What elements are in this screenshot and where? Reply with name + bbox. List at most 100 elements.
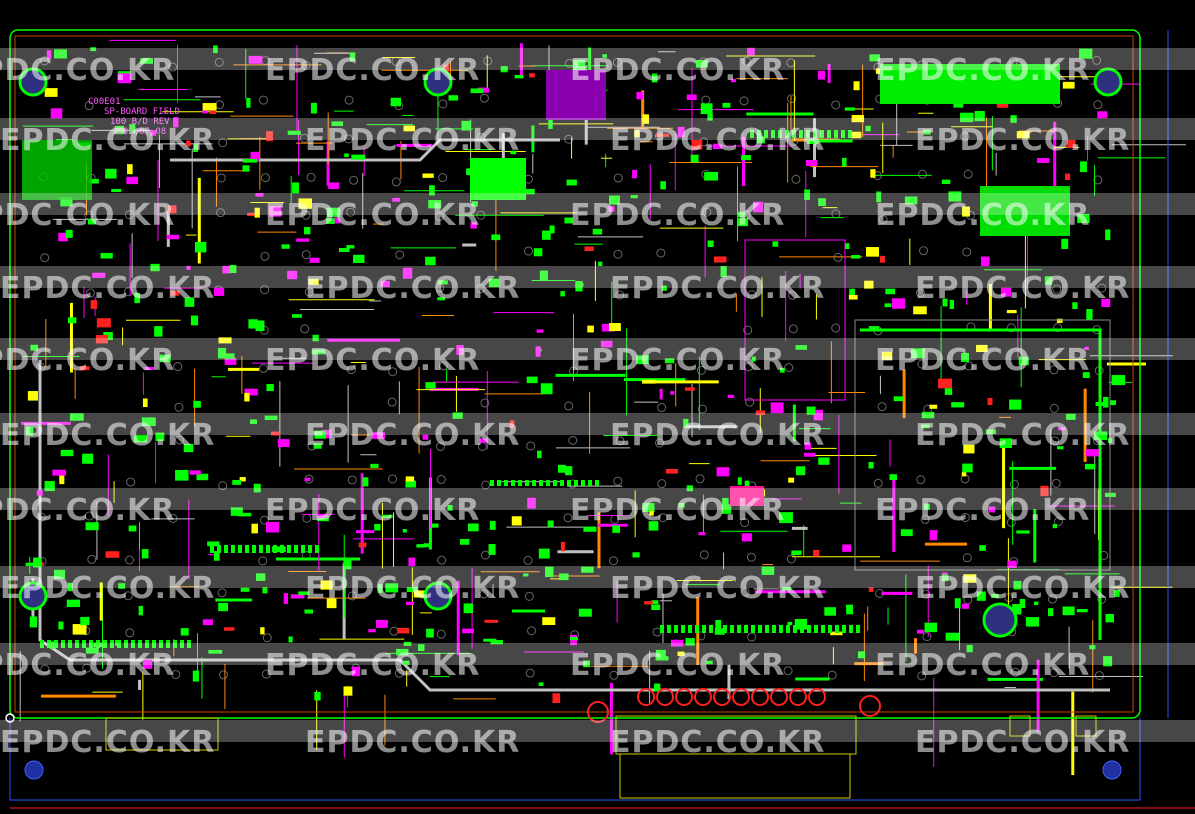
pad-row-pad (518, 480, 522, 486)
smd-pad (105, 551, 120, 558)
smd-pad (166, 234, 180, 240)
pad-row-pad (856, 625, 860, 633)
smd-pad (853, 81, 860, 91)
smd-pad (1036, 158, 1050, 163)
smd-pad (50, 108, 63, 119)
smd-pad (426, 628, 434, 638)
pad-row-pad (539, 480, 543, 486)
smd-pad (818, 70, 825, 80)
watermark-text: EPDC.CO.KR (265, 343, 480, 378)
pad-row-pad (842, 625, 846, 633)
smd-pad (224, 627, 235, 631)
smd-pad (913, 306, 927, 315)
smd-pad (251, 523, 258, 534)
smd-pad (277, 439, 290, 448)
watermark-text: EPDC.CO.KR (875, 343, 1090, 378)
watermark-text: EPDC.CO.KR (0, 198, 175, 233)
smd-pad (29, 616, 38, 628)
pad-row-pad (723, 625, 727, 633)
smd-pad (1084, 463, 1096, 470)
smd-pad (408, 557, 416, 567)
smd-pad (1062, 606, 1075, 616)
pad-row-pad (497, 480, 501, 486)
smd-pad (788, 477, 795, 483)
smd-pad (609, 323, 621, 332)
smd-pad (80, 616, 90, 626)
pad-row-pad (744, 625, 748, 633)
smd-pad (538, 682, 544, 686)
smd-pad (846, 604, 854, 615)
pad-row-pad (786, 625, 790, 633)
smd-pad (266, 384, 274, 392)
smd-pad (804, 452, 816, 457)
pcb-layout-canvas: C00E01 SP-BOARD FIELD 100 B/D REV 2005.0… (0, 0, 1195, 814)
smd-pad (68, 317, 77, 324)
smd-pad (1076, 609, 1088, 613)
pad-row-pad (588, 480, 592, 486)
smd-pad (328, 182, 340, 189)
pad-row-pad (231, 545, 235, 553)
smd-pad (304, 477, 311, 482)
watermark-text: EPDC.CO.KR (610, 123, 825, 158)
pad-row-pad (574, 480, 578, 486)
smd-pad (390, 97, 402, 107)
watermark-text: EPDC.CO.KR (875, 493, 1090, 528)
pad-row-pad (252, 545, 256, 553)
smd-pad (58, 621, 64, 630)
pad-row-pad (660, 625, 664, 633)
smd-pad (885, 288, 896, 295)
smd-pad (260, 627, 265, 635)
smd-pad (425, 382, 436, 389)
smd-pad (941, 179, 951, 185)
pad-row-pad (217, 545, 221, 553)
smd-pad (824, 607, 837, 616)
smd-pad (314, 691, 321, 701)
watermark-text: EPDC.CO.KR (265, 493, 480, 528)
smd-pad (549, 225, 555, 234)
smd-pad (82, 453, 94, 464)
smd-pad (547, 520, 554, 528)
smd-pad (194, 241, 207, 253)
smd-pad (214, 287, 225, 296)
smd-pad (491, 234, 501, 241)
smd-pad (1080, 161, 1087, 173)
smd-pad (483, 638, 497, 642)
smd-pad (1105, 229, 1111, 241)
smd-pad (938, 378, 952, 389)
pad-row-pad (695, 625, 699, 633)
pad-row-pad (259, 545, 263, 553)
smd-pad (1086, 309, 1093, 321)
watermark-text: EPDC.CO.KR (570, 648, 785, 683)
smd-pad (1025, 617, 1040, 627)
smd-pad (242, 165, 250, 172)
smd-pad (1110, 400, 1116, 406)
smd-pad (291, 314, 302, 318)
smd-pad (405, 476, 415, 482)
smd-pad (511, 516, 522, 526)
smd-pad (193, 400, 201, 408)
smd-pad (578, 608, 592, 617)
watermark-text: EPDC.CO.KR (0, 123, 215, 158)
smd-pad (1111, 375, 1126, 386)
mount-hole-icon (1093, 67, 1123, 97)
smd-pad (422, 173, 434, 178)
smd-pad (560, 541, 565, 552)
smd-pad (296, 238, 310, 242)
smd-pad (425, 256, 436, 266)
smd-pad (533, 248, 543, 257)
pad-row-pad (765, 625, 769, 633)
smd-pad (844, 107, 855, 111)
smd-pad (304, 609, 314, 614)
pad-row-pad (793, 625, 797, 633)
smd-pad (716, 467, 730, 477)
smd-pad (1095, 401, 1105, 406)
pad-row-pad (595, 480, 599, 486)
smd-pad (632, 169, 637, 179)
pad-row-pad (511, 480, 515, 486)
watermark-text: EPDC.CO.KR (915, 571, 1130, 606)
smd-pad (246, 97, 251, 108)
smd-pad (791, 550, 802, 556)
watermark-text: EPDC.CO.KR (610, 418, 825, 453)
watermark-text: EPDC.CO.KR (0, 418, 215, 453)
smd-pad (560, 291, 565, 297)
